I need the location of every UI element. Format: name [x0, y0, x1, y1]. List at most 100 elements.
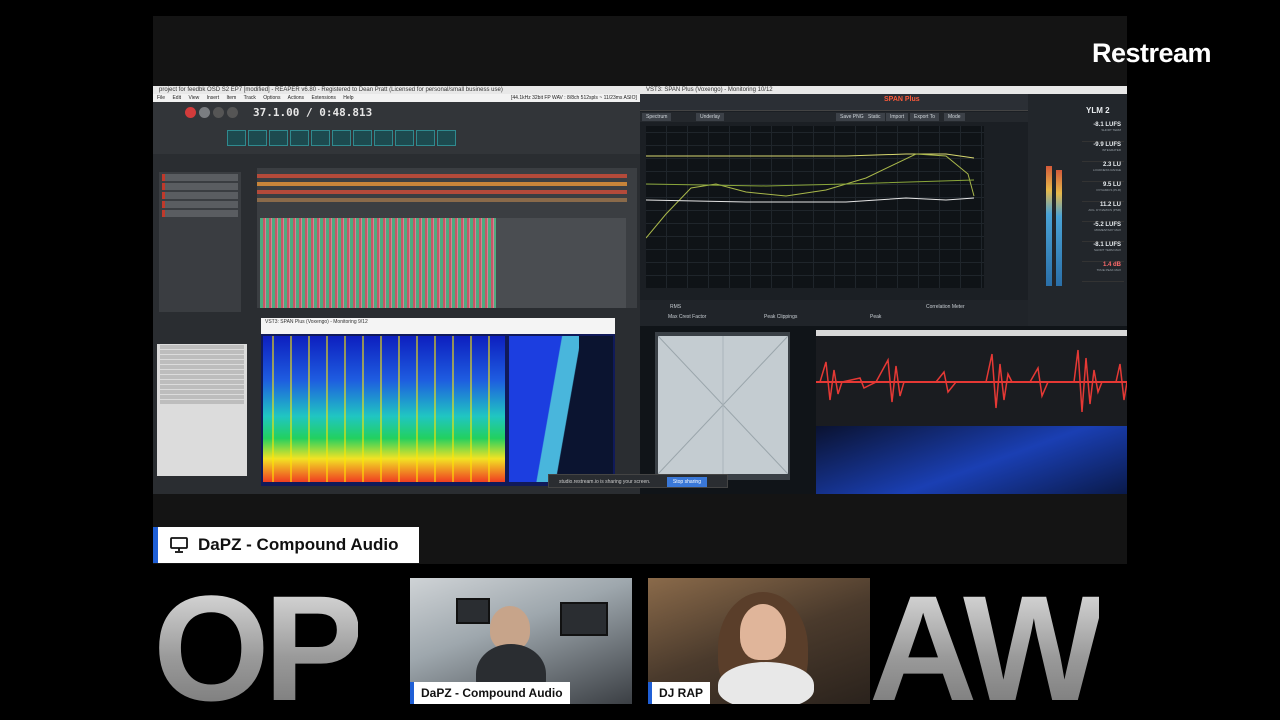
camera-feed-djrap: DJ RAP	[648, 578, 870, 704]
audio-info: [44.1kHz 32bit FP WAV : 8/8ch 512spls ~ …	[511, 95, 637, 101]
stop-sharing-button[interactable]: Stop sharing	[666, 477, 707, 487]
list-item[interactable]	[160, 400, 244, 404]
list-item[interactable]	[160, 345, 244, 349]
span-title: VST3: SPAN Plus (Voxengo) - Monitoring 1…	[640, 86, 1028, 94]
menu-edit[interactable]: Edit	[172, 95, 181, 101]
span-statistics: RMS Max Crest Factor Peak Clippings Peak…	[640, 300, 1028, 326]
span-toolbar	[640, 94, 1028, 111]
toolbar-button[interactable]	[374, 130, 393, 146]
spectrum-curves	[646, 153, 975, 239]
menu-help[interactable]: Help	[343, 95, 353, 101]
goniometer-grid	[657, 335, 789, 475]
peak-clippings-label: Peak Clippings	[764, 314, 798, 320]
loudness-value: 9.5 LU DYNAMICS (PLR)	[1082, 182, 1124, 202]
track-panel	[159, 172, 241, 312]
list-item[interactable]	[160, 360, 244, 364]
loudness-meter-logo: YLM 2	[1086, 106, 1110, 115]
menu-track[interactable]: Track	[244, 95, 256, 101]
toolbar-button[interactable]	[248, 130, 267, 146]
reaper-transport	[153, 102, 640, 154]
span-tab-bar: Spectrum Underlay Save PNG Static Import…	[640, 112, 1028, 122]
midi-item[interactable]	[257, 190, 627, 194]
list-item[interactable]	[160, 390, 244, 394]
midi-item[interactable]	[257, 174, 627, 178]
list-item[interactable]	[160, 370, 244, 374]
loudness-meter-window: YLM 2 -8.1 LUFS SHORT TERM -9.9 LUFS INTEG…	[1028, 86, 1127, 326]
restream-watermark: Restream	[1092, 38, 1212, 68]
menu-file[interactable]: File	[157, 95, 165, 101]
record-button[interactable]	[185, 107, 196, 118]
correlation-label: Correlation Meter	[926, 304, 965, 310]
shared-screen: project for feedbk OSD S2 EP7 [modified]…	[153, 86, 1127, 494]
studio-monitor	[560, 602, 608, 636]
menu-extensions[interactable]: Extensions	[311, 95, 335, 101]
camera-feed-dapz: DaPZ - Compound Audio	[410, 578, 632, 704]
waveform-window	[816, 330, 1127, 426]
banner-text-right: AW	[869, 576, 1105, 704]
stop-button[interactable]	[213, 107, 224, 118]
mode-button[interactable]: Mode	[944, 113, 965, 121]
tab-spectrum[interactable]: Spectrum	[642, 113, 672, 121]
waveform-display	[816, 342, 1127, 426]
toolbar-button[interactable]	[311, 130, 330, 146]
peak-label: Peak	[870, 314, 882, 320]
midi-item[interactable]	[257, 182, 627, 186]
spectrogram-window: VST3: SPAN Plus (Voxengo) - Monitoring 9…	[261, 318, 615, 486]
host-djrap-body	[718, 662, 814, 704]
import-button[interactable]: Import	[886, 113, 909, 121]
timecode-display: 37.1.00 / 0:48.813	[253, 106, 373, 119]
track-header[interactable]	[162, 174, 238, 181]
list-item[interactable]	[160, 380, 244, 384]
export-button[interactable]: Export To	[910, 113, 940, 121]
span-plus-window: VST3: SPAN Plus (Voxengo) - Monitoring 1…	[640, 86, 1028, 326]
loudness-value: 2.3 LU LOUDNESS RANGE	[1082, 162, 1124, 182]
toolbar-button[interactable]	[353, 130, 372, 146]
toolbar-button[interactable]	[416, 130, 435, 146]
play-button[interactable]	[199, 107, 210, 118]
toolbar-button[interactable]	[395, 130, 414, 146]
menu-options[interactable]: Options	[263, 95, 280, 101]
screen-share-text: studio.restream.io is sharing your scree…	[559, 479, 651, 485]
spectrogram-display	[263, 336, 505, 482]
toolbar-button[interactable]	[227, 130, 246, 146]
list-item[interactable]	[160, 375, 244, 379]
menu-actions[interactable]: Actions	[288, 95, 304, 101]
list-item[interactable]	[160, 350, 244, 354]
track-header[interactable]	[162, 201, 238, 208]
screen-share-bar: studio.restream.io is sharing your scree…	[548, 474, 728, 488]
menu-view[interactable]: View	[188, 95, 199, 101]
audio-item[interactable]	[260, 218, 496, 308]
pause-button[interactable]	[227, 107, 238, 118]
list-item[interactable]	[160, 365, 244, 369]
goniometer-window	[655, 332, 790, 480]
camera-label: DaPZ - Compound Audio	[410, 682, 570, 704]
toolbar-buttons	[227, 130, 458, 146]
true-peak-value: 1.4 dB TRUE PEAK MAX	[1082, 262, 1124, 282]
static-button[interactable]: Static	[864, 113, 885, 121]
show-banner: OP AW	[153, 576, 1127, 704]
loudness-value: -5.2 LUFS MOMENTARY MAX	[1082, 222, 1124, 242]
list-item[interactable]	[160, 395, 244, 399]
waveform-title	[816, 330, 1127, 336]
tab-underlay[interactable]: Underlay	[696, 113, 725, 121]
track-header[interactable]	[162, 210, 238, 217]
toolbar-button[interactable]	[269, 130, 288, 146]
loudness-value: -9.9 LUFS INTEGRATED	[1082, 142, 1124, 162]
loudness-values: -8.1 LUFS SHORT TERM -9.9 LUFS INTEGRATED …	[1082, 122, 1124, 282]
list-item[interactable]	[160, 355, 244, 359]
list-item[interactable]	[160, 385, 244, 389]
reaper-window: project for feedbk OSD S2 EP7 [modified]…	[153, 86, 640, 494]
toolbar-button[interactable]	[437, 130, 456, 146]
desktop-wallpaper	[816, 426, 1127, 494]
track-header[interactable]	[162, 183, 238, 190]
reaper-menubar: File Edit View Insert Item Track Options…	[153, 94, 640, 102]
menu-insert[interactable]: Insert	[207, 95, 220, 101]
toolbar-button[interactable]	[290, 130, 309, 146]
reaper-title: project for feedbk OSD S2 EP7 [modified]…	[153, 86, 640, 94]
midi-item[interactable]	[257, 198, 627, 202]
menu-item[interactable]: Item	[227, 95, 237, 101]
track-header[interactable]	[162, 192, 238, 199]
save-png-button[interactable]: Save PNG	[836, 113, 868, 121]
camera-label: DJ RAP	[648, 682, 711, 704]
toolbar-button[interactable]	[332, 130, 351, 146]
